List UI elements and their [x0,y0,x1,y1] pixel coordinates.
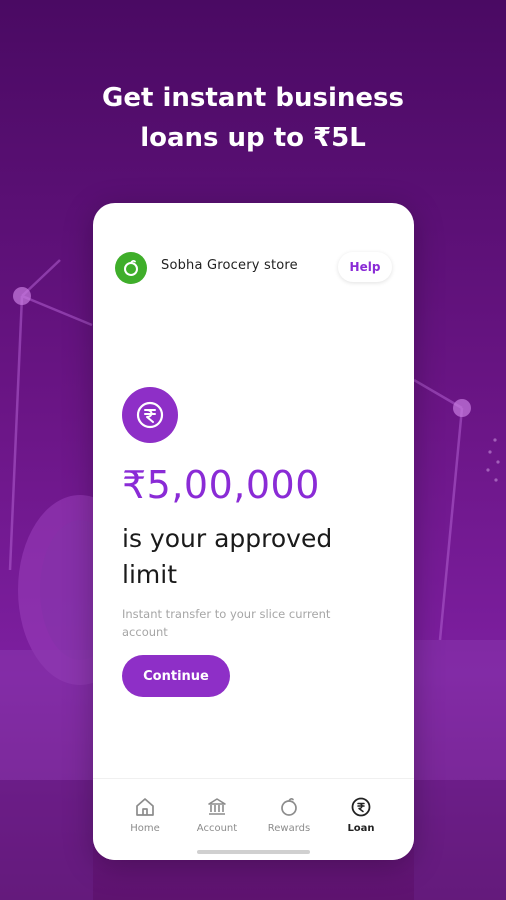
approved-amount: ₹5,00,000 [122,463,320,507]
continue-button[interactable]: Continue [122,655,230,697]
nav-label-home: Home [130,823,160,834]
nav-item-account[interactable]: Account [182,795,252,834]
home-icon [110,795,180,819]
nav-label-rewards: Rewards [267,823,311,834]
transfer-subtext: Instant transfer to your slice current a… [122,607,331,639]
rupee-badge-icon [122,387,178,443]
home-indicator [197,850,310,854]
nav-item-loan[interactable]: Loan [326,795,396,834]
headline: Get instant business loans up to ₹5L [0,78,506,158]
rewards-icon [254,795,324,819]
help-button[interactable]: Help [338,252,392,282]
nav-item-home[interactable]: Home [110,795,180,834]
rupee-icon [326,795,396,819]
nav-item-rewards[interactable]: Rewards [254,795,324,834]
store-icon [115,252,147,284]
bank-icon [182,795,252,819]
phone-screen: Sobha Grocery store Help ₹5,00,000 is yo… [93,203,414,860]
top-bar: Sobha Grocery store Help [115,250,392,284]
nav-label-account: Account [196,823,238,834]
approved-limit-text: is your approved limit [122,524,333,589]
bottom-nav: Home Account Rewards Loan [93,778,414,860]
nav-label-loan: Loan [347,823,375,834]
headline-line-1: Get instant business [102,83,404,113]
store-name: Sobha Grocery store [161,258,298,273]
headline-line-2: loans up to ₹5L [140,123,366,153]
